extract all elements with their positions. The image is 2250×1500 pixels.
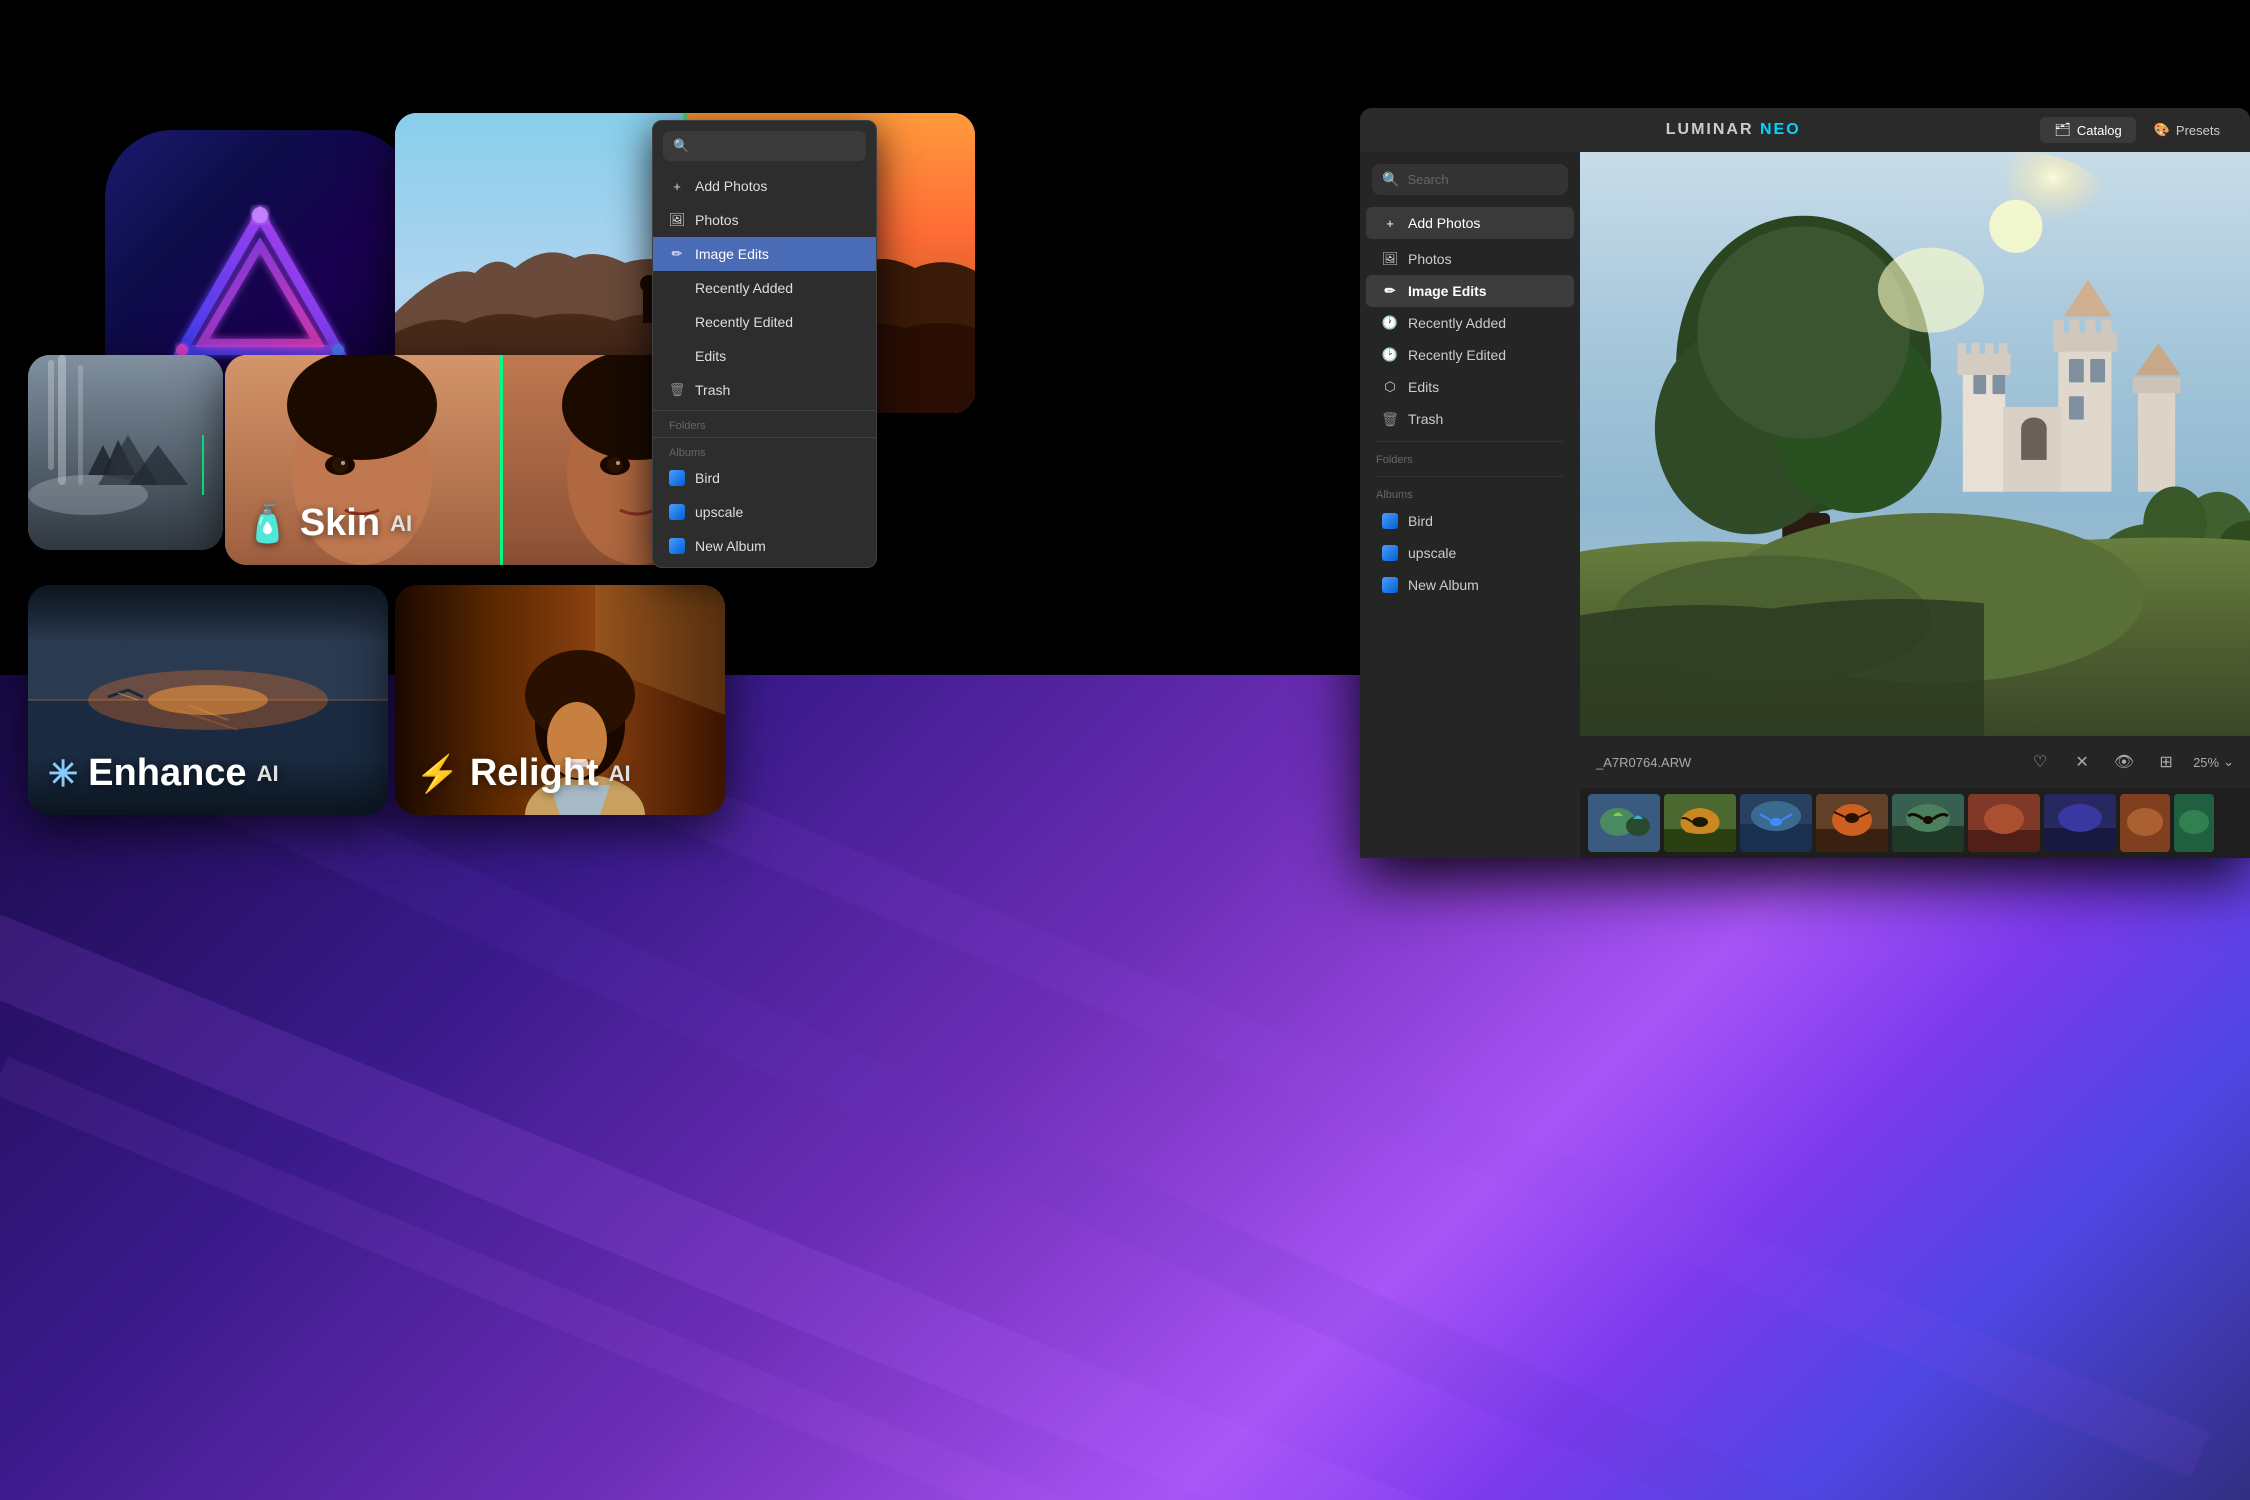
menu-image-edits[interactable]: ✏ Image Edits: [653, 237, 876, 271]
menu-sep-2: [653, 437, 876, 438]
castle-scene-wrapper: [1580, 152, 2250, 736]
filmstrip-thumb-2[interactable]: [1664, 794, 1736, 852]
edits-icon: ⬡: [1382, 379, 1398, 395]
album-upscale-icon: [1382, 545, 1398, 561]
sidebar-add-photos[interactable]: + Add Photos: [1366, 207, 1574, 239]
menu-photos-icon: 🖼: [669, 212, 685, 228]
menu-trash-icon: 🗑: [669, 382, 685, 398]
albums-section-label: Albums: [1360, 483, 1580, 505]
menu-album-upscale-icon: [669, 504, 685, 520]
photos-icon: 🖼: [1382, 251, 1398, 267]
enhance-label: ✳ EnhanceAI: [48, 752, 279, 795]
filmstrip-thumb-1[interactable]: [1588, 794, 1660, 852]
menu-add-photos[interactable]: + Add Photos: [653, 169, 876, 203]
menu-search-icon: 🔍: [673, 138, 689, 154]
menu-folders-label: Folders: [653, 414, 876, 434]
filmstrip-thumb-8[interactable]: [2120, 794, 2170, 852]
eye-button[interactable]: 👁: [2109, 747, 2139, 777]
zoom-chevron-icon: ⌄: [2223, 754, 2234, 770]
sidebar-item-photos[interactable]: 🖼 Photos: [1366, 243, 1574, 275]
menu-edits[interactable]: Edits: [653, 339, 876, 373]
app-body: 🔍 Search + Add Photos 🖼 Photos ✏ Image E…: [1360, 152, 2250, 858]
skin-label: 🧴 SkinAI: [245, 502, 412, 545]
menu-albums-label: Albums: [653, 441, 876, 461]
sidebar: 🔍 Search + Add Photos 🖼 Photos ✏ Image E…: [1360, 152, 1580, 858]
menu-recently-added-icon: [669, 280, 685, 296]
photo-toolbar: _A7R0764.ARW ♡ ✕ 👁 ⊞ 25% ⌄: [1580, 736, 2250, 788]
catalog-button[interactable]: 🗂 Catalog: [2040, 117, 2135, 143]
menu-sep-1: [653, 410, 876, 411]
add-photos-icon: +: [1382, 215, 1398, 231]
castle-svg: [1580, 152, 2250, 736]
sidebar-sep-2: [1376, 476, 1564, 477]
recently-added-icon: 🕐: [1382, 315, 1398, 331]
titlebar-nav: 🗂 Catalog 🎨 Presets: [2040, 117, 2234, 143]
filmstrip-thumb-3[interactable]: [1740, 794, 1812, 852]
menu-album-bird[interactable]: Bird: [653, 461, 876, 495]
folders-section-label: Folders: [1360, 448, 1580, 470]
presets-button[interactable]: 🎨 Presets: [2140, 117, 2234, 143]
menu-album-new[interactable]: New Album: [653, 529, 876, 563]
menu-album-bird-icon: [669, 470, 685, 486]
album-new-icon: [1382, 577, 1398, 593]
menu-add-icon: +: [669, 178, 685, 194]
image-edits-icon: ✏: [1382, 283, 1398, 299]
sidebar-album-bird[interactable]: Bird: [1366, 505, 1574, 537]
album-bird-icon: [1382, 513, 1398, 529]
titlebar: LUMINAR NEO 🗂 Catalog 🎨 Presets: [1360, 108, 2250, 152]
app-title: LUMINAR NEO: [1426, 121, 2040, 139]
catalog-icon: 🗂: [2054, 122, 2071, 138]
search-bar[interactable]: 🔍 Search: [1372, 164, 1568, 195]
enhance-ai-card: ✳ EnhanceAI: [28, 585, 388, 815]
delete-icon: ✕: [2075, 752, 2088, 772]
relight-label: ⚡ RelightAI: [415, 752, 631, 795]
zoom-value: 25%: [2193, 755, 2219, 770]
photo-filename: _A7R0764.ARW: [1596, 755, 2013, 770]
layout-button[interactable]: ⊞: [2151, 747, 2181, 777]
filmstrip-thumb-4[interactable]: [1816, 794, 1888, 852]
sidebar-item-trash[interactable]: 🗑 Trash: [1366, 403, 1574, 435]
sidebar-item-recently-edited[interactable]: 🕑 Recently Edited: [1366, 339, 1574, 371]
relight-ai-card: ⚡ RelightAI: [395, 585, 725, 815]
recently-edited-icon: 🕑: [1382, 347, 1398, 363]
main-content: _A7R0764.ARW ♡ ✕ 👁 ⊞ 25% ⌄: [1580, 152, 2250, 858]
menu-trash[interactable]: 🗑 Trash: [653, 373, 876, 407]
filmstrip: [1580, 788, 2250, 858]
layout-icon: ⊞: [2159, 752, 2172, 772]
zoom-control[interactable]: 25% ⌄: [2193, 754, 2234, 770]
menu-recently-edited-icon: [669, 314, 685, 330]
sidebar-item-recently-added[interactable]: 🕐 Recently Added: [1366, 307, 1574, 339]
eye-icon: 👁: [2114, 752, 2134, 772]
sidebar-item-edits[interactable]: ⬡ Edits: [1366, 371, 1574, 403]
search-icon: 🔍: [1382, 171, 1399, 188]
menu-image-edits-icon: ✏: [669, 246, 685, 262]
sidebar-album-new[interactable]: New Album: [1366, 569, 1574, 601]
app-window: LUMINAR NEO 🗂 Catalog 🎨 Presets 🔍 Search: [1360, 108, 2250, 858]
menu-album-new-icon: [669, 538, 685, 554]
menu-recently-added[interactable]: Recently Added: [653, 271, 876, 305]
filmstrip-thumb-9[interactable]: [2174, 794, 2214, 852]
context-menu: 🔍 + Add Photos 🖼 Photos ✏ Image Edits Re…: [652, 120, 877, 568]
filmstrip-thumb-6[interactable]: [1968, 794, 2040, 852]
presets-icon: 🎨: [2154, 122, 2170, 138]
heart-button[interactable]: ♡: [2025, 747, 2055, 777]
sidebar-item-image-edits[interactable]: ✏ Image Edits: [1366, 275, 1574, 307]
menu-recently-edited[interactable]: Recently Edited: [653, 305, 876, 339]
menu-album-upscale[interactable]: upscale: [653, 495, 876, 529]
photo-viewer: [1580, 152, 2250, 736]
menu-photos[interactable]: 🖼 Photos: [653, 203, 876, 237]
sidebar-album-upscale[interactable]: upscale: [1366, 537, 1574, 569]
luminar-logo: [160, 195, 360, 375]
sidebar-sep-1: [1376, 441, 1564, 442]
delete-button[interactable]: ✕: [2067, 747, 2097, 777]
heart-icon: ♡: [2033, 752, 2047, 772]
waterfall-card: [28, 355, 223, 550]
menu-edits-icon: [669, 348, 685, 364]
trash-icon: 🗑: [1382, 411, 1398, 427]
filmstrip-thumb-7[interactable]: [2044, 794, 2116, 852]
filmstrip-thumb-5[interactable]: [1892, 794, 1964, 852]
